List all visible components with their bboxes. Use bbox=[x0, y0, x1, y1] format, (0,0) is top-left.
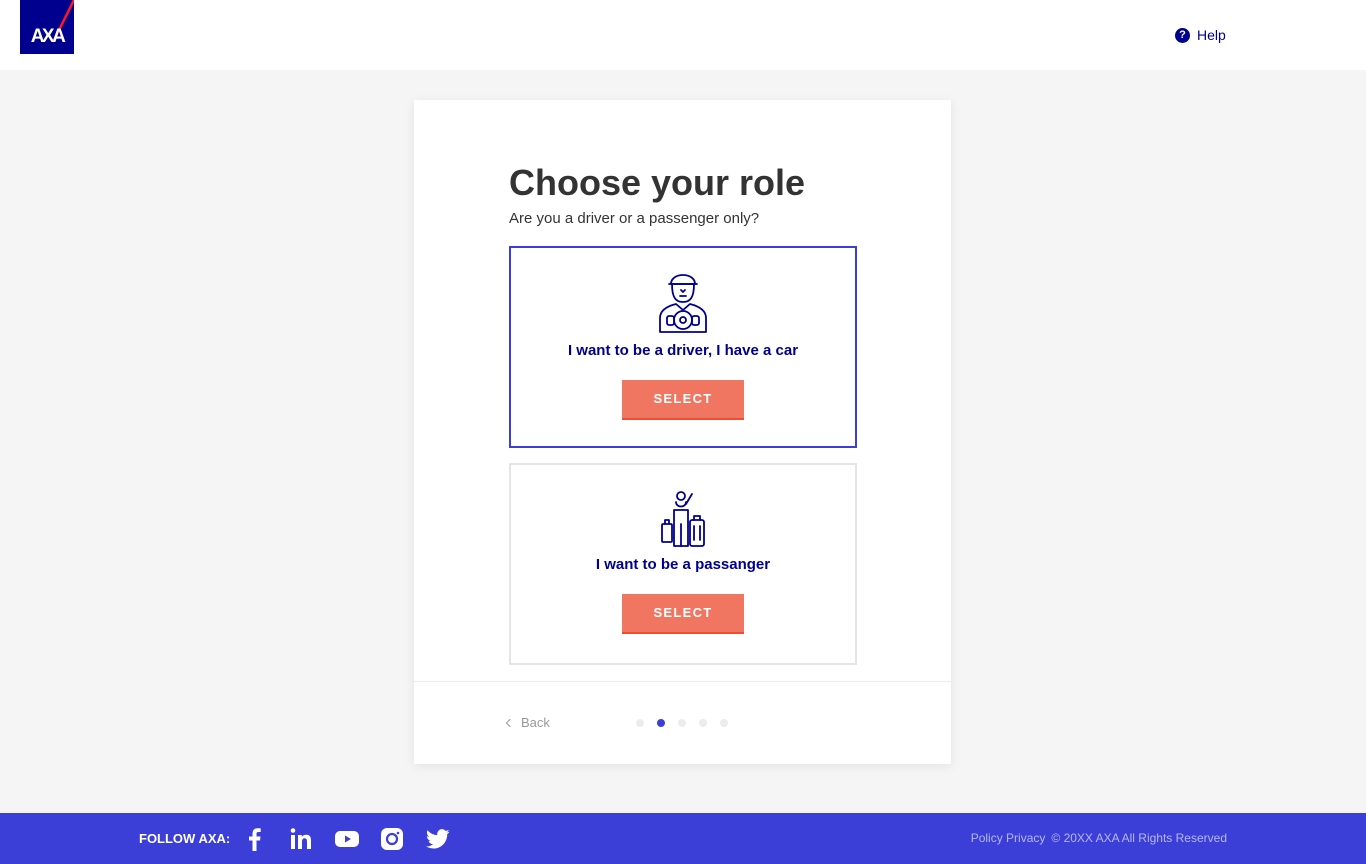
select-passenger-button[interactable]: SELECT bbox=[622, 594, 744, 634]
page-title: Choose your role bbox=[509, 162, 806, 203]
back-label: Back bbox=[521, 715, 550, 730]
card-divider bbox=[414, 681, 951, 682]
axa-logo[interactable]: AXA bbox=[20, 0, 74, 54]
linkedin-icon[interactable] bbox=[289, 827, 313, 851]
driver-icon bbox=[659, 274, 707, 333]
help-label: Help bbox=[1197, 27, 1226, 43]
help-link[interactable]: ? Help bbox=[1175, 26, 1226, 44]
chevron-left-icon bbox=[505, 718, 515, 728]
facebook-icon[interactable] bbox=[243, 827, 267, 851]
select-driver-button[interactable]: SELECT bbox=[622, 380, 744, 420]
step-dot bbox=[636, 719, 644, 727]
role-card: Choose your role Are you a driver or a p… bbox=[414, 100, 951, 764]
instagram-icon[interactable] bbox=[380, 827, 404, 851]
step-dot bbox=[699, 719, 707, 727]
step-dot-active bbox=[657, 719, 665, 727]
youtube-icon[interactable] bbox=[335, 827, 359, 851]
logo-text: AXA bbox=[30, 26, 66, 47]
top-header: AXA ? Help bbox=[0, 0, 1366, 70]
legal-links: Policy Privacy © 20XX AXA All Rights Res… bbox=[971, 831, 1227, 845]
copyright-text: © 20XX AXA All Rights Reserved bbox=[1051, 831, 1227, 845]
role-option-driver[interactable]: I want to be a driver, I have a car SELE… bbox=[509, 246, 857, 448]
back-link[interactable]: Back bbox=[505, 715, 550, 730]
passenger-option-label: I want to be a passanger bbox=[595, 556, 771, 573]
help-icon: ? bbox=[1175, 27, 1190, 43]
footer: FOLLOW AXA: Policy Privacy © 20XX AXA Al… bbox=[0, 813, 1366, 864]
step-dot bbox=[678, 719, 686, 727]
privacy-policy-link[interactable]: Policy Privacy bbox=[971, 831, 1046, 845]
role-option-passenger[interactable]: I want to be a passanger SELECT bbox=[509, 463, 857, 665]
page-subtitle: Are you a driver or a passenger only? bbox=[509, 210, 760, 227]
follow-label: FOLLOW AXA: bbox=[139, 831, 231, 846]
driver-option-label: I want to be a driver, I have a car bbox=[567, 342, 799, 359]
passenger-icon bbox=[661, 491, 705, 547]
twitter-icon[interactable] bbox=[426, 827, 450, 851]
step-indicator bbox=[636, 719, 728, 727]
step-dot bbox=[720, 719, 728, 727]
